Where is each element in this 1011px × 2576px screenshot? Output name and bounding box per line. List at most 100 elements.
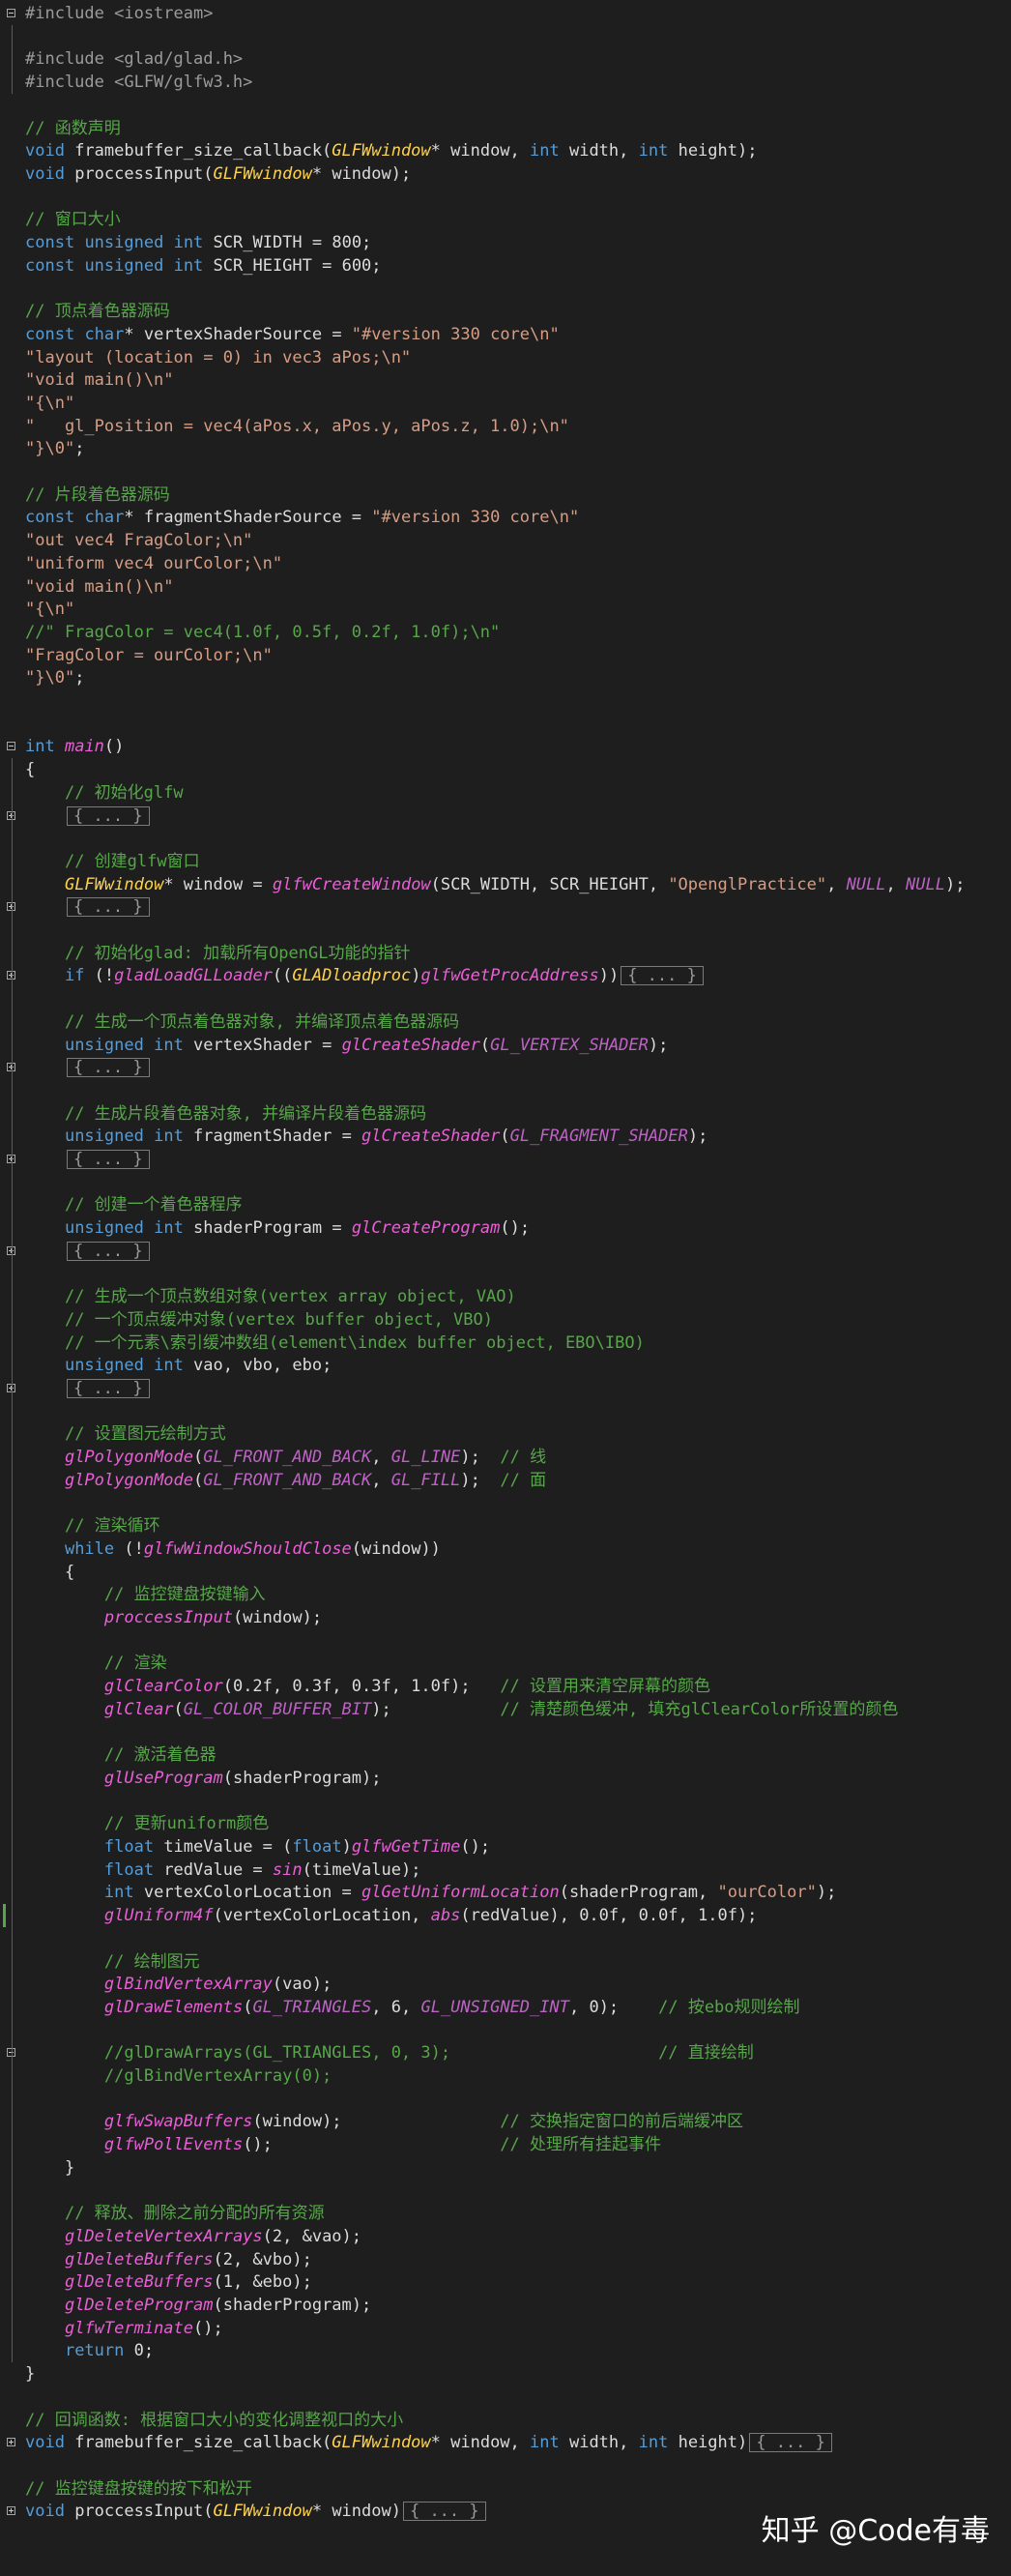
- code-line[interactable]: // 顶点着色器源码: [25, 300, 170, 323]
- code-line[interactable]: "{\n": [25, 598, 74, 621]
- code-line[interactable]: // 初始化glad: 加载所有OpenGL功能的指针: [25, 942, 411, 965]
- code-line[interactable]: // 一个元素\索引缓冲数组(element\index buffer obje…: [25, 1332, 645, 1355]
- code-line[interactable]: unsigned int vao, vbo, ebo;: [25, 1354, 332, 1377]
- code-line[interactable]: glClear(GL_COLOR_BUFFER_BIT); // 清楚颜色缓冲,…: [25, 1698, 898, 1721]
- code-line[interactable]: glDeleteBuffers(1, &ebo);: [25, 2270, 312, 2294]
- code-line[interactable]: }: [25, 2362, 35, 2386]
- code-line[interactable]: // 回调函数: 根据窗口大小的变化调整视口的大小: [25, 2409, 403, 2432]
- code-line[interactable]: " gl_Position = vec4(aPos.x, aPos.y, aPo…: [25, 415, 569, 438]
- code-line[interactable]: while (!glfwWindowShouldClose(window)): [25, 1537, 441, 1561]
- code-line[interactable]: // 渲染循环: [25, 1514, 160, 1537]
- code-line[interactable]: // 生成一个顶点数组对象(vertex array object, VAO): [25, 1285, 516, 1308]
- code-line[interactable]: #include <iostream>: [25, 2, 213, 25]
- expand-region-icon[interactable]: [7, 2506, 15, 2516]
- code-line[interactable]: // 创建glfw窗口: [25, 850, 200, 873]
- code-line[interactable]: "}\0";: [25, 437, 84, 460]
- code-line[interactable]: { ... }: [25, 1240, 150, 1263]
- collapsed-region[interactable]: { ... }: [66, 1379, 150, 1398]
- collapsed-region[interactable]: { ... }: [621, 966, 704, 986]
- code-line[interactable]: // 片段着色器源码: [25, 483, 170, 507]
- code-line[interactable]: // 函数声明: [25, 117, 121, 140]
- code-line[interactable]: glfwSwapBuffers(window); // 交换指定窗口的前后端缓冲…: [25, 2110, 743, 2133]
- collapsed-region[interactable]: { ... }: [66, 1150, 150, 1169]
- code-line[interactable]: // 监控键盘按键的按下和松开: [25, 2477, 252, 2501]
- code-line[interactable]: glDeleteVertexArrays(2, &vao);: [25, 2225, 361, 2248]
- code-line[interactable]: // 监控键盘按键输入: [25, 1583, 266, 1606]
- code-line[interactable]: glUseProgram(shaderProgram);: [25, 1767, 382, 1790]
- code-line[interactable]: glBindVertexArray(vao);: [25, 1973, 332, 1996]
- code-line[interactable]: glUniform4f(vertexColorLocation, abs(red…: [25, 1904, 758, 1927]
- code-line[interactable]: // 初始化glfw: [25, 781, 184, 805]
- code-line[interactable]: const unsigned int SCR_WIDTH = 800;: [25, 231, 371, 254]
- code-line[interactable]: const char* fragmentShaderSource = "#ver…: [25, 506, 579, 529]
- code-line[interactable]: glDeleteProgram(shaderProgram);: [25, 2294, 371, 2317]
- code-line[interactable]: { ... }: [25, 1377, 150, 1400]
- expand-region-icon[interactable]: [7, 2438, 15, 2447]
- code-line[interactable]: #include <GLFW/glfw3.h>: [25, 71, 252, 94]
- code-line[interactable]: glDrawElements(GL_TRIANGLES, 6, GL_UNSIG…: [25, 1996, 800, 2019]
- code-line[interactable]: void framebuffer_size_callback(GLFWwindo…: [25, 2431, 832, 2454]
- code-line[interactable]: // 一个顶点缓冲对象(vertex buffer object, VBO): [25, 1308, 493, 1332]
- code-line[interactable]: "}\0";: [25, 666, 84, 689]
- code-line[interactable]: const char* vertexShaderSource = "#versi…: [25, 323, 560, 346]
- code-line[interactable]: //glBindVertexArray(0);: [25, 2064, 332, 2088]
- collapsed-region[interactable]: { ... }: [66, 805, 150, 826]
- collapsed-region[interactable]: { ... }: [66, 1241, 150, 1261]
- code-line[interactable]: glfwTerminate();: [25, 2317, 223, 2340]
- code-line[interactable]: "layout (location = 0) in vec3 aPos;\n": [25, 346, 411, 369]
- code-line[interactable]: #include <glad/glad.h>: [25, 47, 243, 71]
- code-line[interactable]: // 绘制图元: [25, 1950, 200, 1974]
- code-line[interactable]: void framebuffer_size_callback(GLFWwindo…: [25, 139, 757, 162]
- code-line[interactable]: glDeleteBuffers(2, &vbo);: [25, 2248, 312, 2271]
- collapsed-region[interactable]: { ... }: [66, 1058, 150, 1078]
- code-line[interactable]: { ... }: [25, 895, 150, 919]
- code-editor[interactable]: #include <iostream> #include <glad/glad.h…: [0, 0, 1011, 2576]
- code-line[interactable]: { ... }: [25, 1056, 150, 1079]
- code-line[interactable]: void proccessInput(GLFWwindow* window);: [25, 162, 411, 186]
- code-line[interactable]: glPolygonMode(GL_FRONT_AND_BACK, GL_LINE…: [25, 1446, 546, 1469]
- code-line[interactable]: "uniform vec4 ourColor;\n": [25, 552, 282, 575]
- code-line[interactable]: // 窗口大小: [25, 208, 121, 231]
- code-line[interactable]: // 设置图元绘制方式: [25, 1422, 226, 1446]
- code-line[interactable]: return 0;: [25, 2339, 154, 2362]
- code-line[interactable]: glPolygonMode(GL_FRONT_AND_BACK, GL_FILL…: [25, 1469, 546, 1492]
- code-line[interactable]: unsigned int vertexShader = glCreateShad…: [25, 1034, 668, 1057]
- code-line[interactable]: // 释放、删除之前分配的所有资源: [25, 2202, 325, 2225]
- code-line[interactable]: "void main()\n": [25, 575, 174, 599]
- collapse-region-icon[interactable]: [7, 9, 15, 17]
- code-line[interactable]: "FragColor = ourColor;\n": [25, 644, 273, 667]
- code-line[interactable]: int vertexColorLocation = glGetUniformLo…: [25, 1881, 836, 1904]
- collapsed-region[interactable]: { ... }: [66, 897, 150, 918]
- code-line[interactable]: {: [25, 758, 35, 781]
- code-line[interactable]: // 创建一个着色器程序: [25, 1193, 243, 1216]
- collapsed-region[interactable]: { ... }: [402, 2502, 486, 2522]
- code-line[interactable]: // 生成片段着色器对象, 并编译片段着色器源码: [25, 1102, 426, 1126]
- code-line[interactable]: //" FragColor = vec4(1.0f, 0.5f, 0.2f, 1…: [25, 621, 500, 644]
- code-line[interactable]: void proccessInput(GLFWwindow* window){ …: [25, 2500, 486, 2523]
- code-line[interactable]: proccessInput(window);: [25, 1606, 322, 1629]
- code-line[interactable]: // 更新uniform颜色: [25, 1812, 269, 1835]
- code-line[interactable]: { ... }: [25, 805, 150, 828]
- code-line[interactable]: int main(): [25, 735, 124, 758]
- code-line[interactable]: unsigned int shaderProgram = glCreatePro…: [25, 1216, 530, 1240]
- code-line[interactable]: unsigned int fragmentShader = glCreateSh…: [25, 1125, 708, 1148]
- code-line[interactable]: glClearColor(0.2f, 0.3f, 0.3f, 1.0f); //…: [25, 1675, 710, 1698]
- code-line[interactable]: // 生成一个顶点着色器对象, 并编译顶点着色器源码: [25, 1010, 459, 1034]
- code-line[interactable]: { ... }: [25, 1148, 150, 1171]
- code-line[interactable]: }: [25, 2156, 74, 2180]
- code-line[interactable]: "{\n": [25, 392, 74, 415]
- code-line[interactable]: "out vec4 FragColor;\n": [25, 529, 252, 552]
- code-line[interactable]: {: [25, 1561, 74, 1584]
- code-line[interactable]: float timeValue = (float)glfwGetTime();: [25, 1835, 490, 1859]
- code-line[interactable]: if (!gladLoadGLLoader((GLADloadproc)glfw…: [25, 964, 704, 987]
- code-line[interactable]: //glDrawArrays(GL_TRIANGLES, 0, 3); // 直…: [25, 2041, 754, 2064]
- collapsed-region[interactable]: { ... }: [749, 2433, 832, 2453]
- collapse-region-icon[interactable]: [7, 742, 15, 751]
- code-line[interactable]: float redValue = sin(timeValue);: [25, 1859, 421, 1882]
- code-line[interactable]: const unsigned int SCR_HEIGHT = 600;: [25, 254, 382, 278]
- code-line[interactable]: // 激活着色器: [25, 1743, 217, 1767]
- code-line[interactable]: "void main()\n": [25, 368, 174, 392]
- code-line[interactable]: // 渲染: [25, 1652, 167, 1675]
- code-line[interactable]: glfwPollEvents(); // 处理所有挂起事件: [25, 2133, 661, 2156]
- code-line[interactable]: GLFWwindow* window = glfwCreateWindow(SC…: [25, 873, 965, 896]
